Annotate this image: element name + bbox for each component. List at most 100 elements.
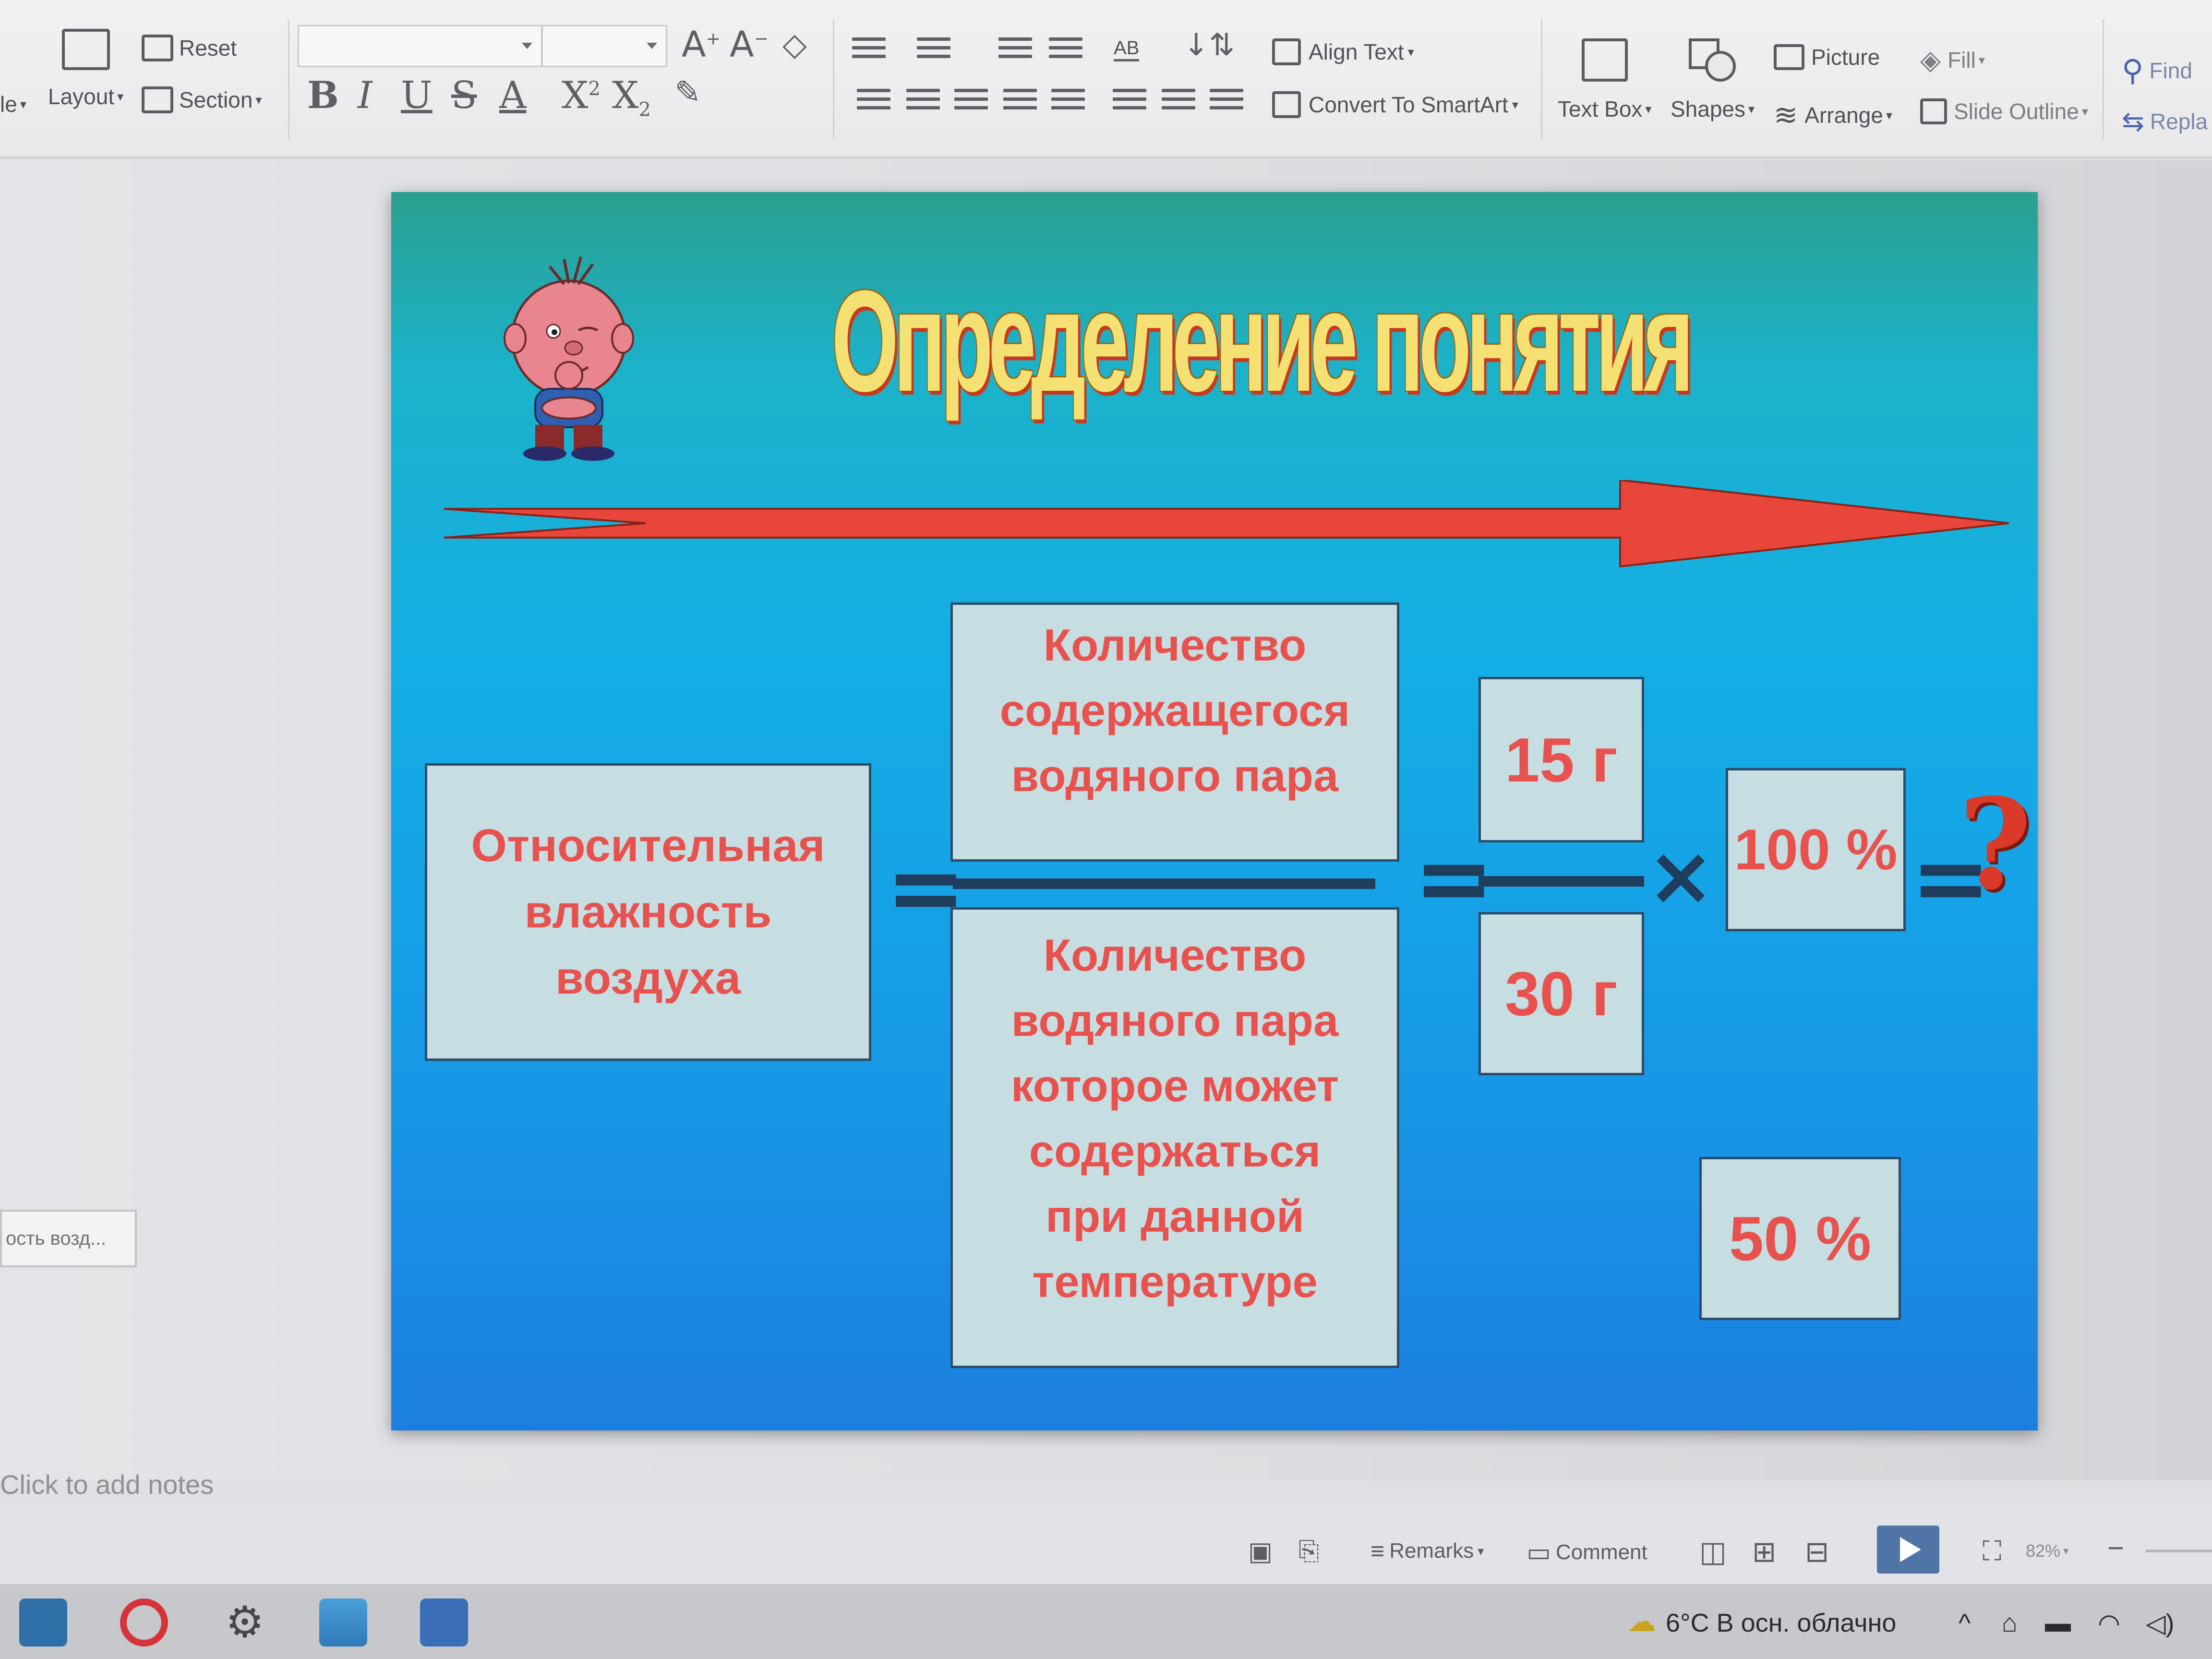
denominator-box[interactable]: Количество водяного пара которое может с… bbox=[950, 907, 1399, 1368]
windows-taskbar: ⚙ ☁ 6°C В осн. облачно ^ ⌂ ▬ ◠ ◁) bbox=[0, 1584, 2212, 1659]
chevron-down-icon bbox=[647, 43, 657, 49]
opera-browser-icon[interactable] bbox=[120, 1599, 168, 1647]
normal-view-icon[interactable]: ◫ bbox=[1699, 1535, 1727, 1569]
fit-slide-icon[interactable]: ▣ bbox=[1248, 1536, 1273, 1566]
ribbon-toolbar: le ▾ Layout ▾ Reset Section ▾ A+ A− ◇ B I… bbox=[0, 0, 2212, 158]
chevron-down-icon: ▾ bbox=[117, 89, 124, 104]
align-text-button[interactable]: Align Text ▾ bbox=[1272, 38, 1414, 65]
section-label: Section bbox=[179, 87, 253, 112]
notes-placeholder[interactable]: Click to add notes bbox=[0, 1469, 214, 1500]
chevron-down-icon: ▾ bbox=[20, 96, 26, 111]
increase-font-icon[interactable]: A+ bbox=[682, 27, 721, 62]
network-icon[interactable]: ⌂ bbox=[2002, 1608, 2018, 1638]
distribute-icon[interactable] bbox=[1051, 89, 1085, 118]
zoom-out-button[interactable]: − bbox=[2107, 1531, 2124, 1564]
bullet-list-icon[interactable] bbox=[852, 37, 886, 66]
decrease-indent-icon[interactable] bbox=[998, 37, 1032, 66]
comment-icon: ▭ bbox=[1527, 1538, 1551, 1567]
replace-button[interactable]: ⇆ Repla bbox=[2122, 106, 2208, 137]
value-15-box[interactable]: 15 г bbox=[1479, 677, 1644, 842]
value-50-percent-box[interactable]: 50 % bbox=[1699, 1157, 1901, 1320]
text-box-button[interactable]: Text Box ▾ bbox=[1558, 38, 1651, 122]
line-spacing-icon[interactable] bbox=[1113, 89, 1146, 118]
shapes-button[interactable]: Shapes ▾ bbox=[1671, 38, 1755, 122]
justify-icon[interactable] bbox=[1003, 89, 1037, 118]
smartart-icon bbox=[1272, 91, 1301, 118]
paragraph-spacing-icon[interactable] bbox=[1162, 89, 1195, 118]
search-icon: ⚲ bbox=[2122, 54, 2144, 87]
reset-icon bbox=[142, 35, 173, 61]
align-text-icon bbox=[1272, 38, 1301, 65]
chevron-down-icon: ▾ bbox=[2081, 104, 2088, 119]
highlight-icon[interactable]: ✎ bbox=[674, 77, 701, 108]
layout-dropdown-truncated[interactable]: le ▾ bbox=[0, 91, 26, 117]
value-30-box[interactable]: 30 г bbox=[1479, 912, 1644, 1075]
mail-app-icon[interactable] bbox=[19, 1599, 67, 1647]
font-size-select[interactable] bbox=[541, 25, 667, 67]
bold-icon[interactable]: B bbox=[307, 77, 339, 114]
picture-button[interactable]: Picture bbox=[1774, 44, 1880, 70]
zoom-level[interactable]: 82% ▾ bbox=[2026, 1541, 2068, 1561]
remarks-button[interactable]: ≡ Remarks ▾ bbox=[1370, 1537, 1484, 1565]
layout-button[interactable]: Layout ▾ bbox=[48, 29, 123, 109]
section-button[interactable]: Section ▾ bbox=[142, 86, 262, 113]
play-slideshow-button[interactable] bbox=[1877, 1526, 1939, 1574]
chevron-down-icon: ▾ bbox=[1886, 108, 1892, 122]
convert-smartart-label: Convert To SmartArt bbox=[1309, 92, 1508, 117]
increase-indent-icon[interactable] bbox=[1049, 37, 1082, 66]
weather-status[interactable]: 6°C В осн. облачно bbox=[1666, 1608, 1896, 1638]
comment-button[interactable]: ▭ Comment bbox=[1527, 1537, 1647, 1567]
text-direction-button[interactable]: AB bbox=[1114, 37, 1140, 61]
slide-thumbnail[interactable]: ость возд... bbox=[0, 1210, 137, 1267]
chevron-down-icon: ▾ bbox=[255, 92, 262, 107]
align-left-icon[interactable] bbox=[857, 89, 890, 118]
relative-humidity-box[interactable]: Относительная влажность воздуха bbox=[425, 763, 871, 1061]
numbered-list-icon[interactable] bbox=[917, 37, 950, 66]
font-name-select[interactable] bbox=[298, 25, 542, 67]
zoom-slider[interactable] bbox=[2146, 1550, 2212, 1552]
font-color-icon[interactable]: A bbox=[499, 77, 526, 114]
arrange-button[interactable]: ≋ Arrange ▾ bbox=[1774, 98, 1892, 132]
align-right-icon[interactable] bbox=[954, 89, 988, 118]
wifi-icon[interactable]: ◠ bbox=[2098, 1608, 2120, 1638]
battery-icon[interactable]: ▬ bbox=[2045, 1608, 2071, 1638]
presentation-app-icon[interactable] bbox=[420, 1599, 468, 1647]
reading-view-icon[interactable]: ⊟ bbox=[1805, 1535, 1829, 1569]
strikethrough-icon[interactable]: S bbox=[451, 77, 477, 114]
columns-icon[interactable] bbox=[1210, 89, 1243, 118]
clear-format-icon[interactable]: ◇ bbox=[782, 29, 807, 60]
volume-icon[interactable]: ◁) bbox=[2146, 1608, 2175, 1638]
weather-icon: ☁ bbox=[1627, 1605, 1656, 1638]
thumbnail-label: ость возд... bbox=[6, 1227, 107, 1249]
photos-app-icon[interactable] bbox=[319, 1599, 367, 1647]
fill-label: Fill bbox=[1948, 48, 1976, 72]
convert-smartart-button[interactable]: Convert To SmartArt ▾ bbox=[1272, 91, 1518, 118]
settings-gear-icon[interactable]: ⚙ bbox=[221, 1599, 269, 1647]
slide-canvas[interactable]: Определение понятия Относительная влажно… bbox=[391, 192, 2038, 1431]
slide-outline-button[interactable]: Slide Outline ▾ bbox=[1920, 98, 2088, 124]
align-center-icon[interactable] bbox=[906, 89, 940, 118]
fit-window-icon[interactable]: ⛶ bbox=[1983, 1535, 2001, 1567]
reset-button[interactable]: Reset bbox=[142, 35, 237, 61]
find-button[interactable]: ⚲ Find bbox=[2122, 53, 2192, 88]
question-mark: ? bbox=[1959, 771, 2032, 918]
shapes-icon bbox=[1688, 38, 1737, 82]
italic-icon[interactable]: I bbox=[358, 77, 373, 114]
slide-sorter-icon[interactable]: ⊞ bbox=[1752, 1535, 1776, 1569]
underline-icon[interactable]: U bbox=[401, 77, 433, 114]
numerator-box[interactable]: Количество содержащегося водяного пара bbox=[950, 602, 1399, 862]
chevron-up-icon[interactable]: ^ bbox=[1959, 1608, 1971, 1638]
sort-icon[interactable]: ↓⇅ bbox=[1183, 30, 1235, 60]
value-100-percent-box[interactable]: 100 % bbox=[1726, 768, 1906, 931]
ribbon-separator bbox=[288, 19, 289, 139]
fill-button[interactable]: ◈ Fill ▾ bbox=[1920, 44, 1985, 76]
remarks-label: Remarks bbox=[1389, 1539, 1474, 1563]
chevron-down-icon bbox=[522, 43, 532, 49]
shapes-label: Shapes bbox=[1671, 96, 1746, 121]
superscript-icon[interactable]: X2 bbox=[562, 77, 601, 114]
subscript-icon[interactable]: X2 bbox=[612, 77, 651, 119]
insert-slide-icon[interactable]: ⎘ bbox=[1298, 1536, 1319, 1566]
text-box-icon bbox=[1581, 38, 1628, 82]
decrease-font-icon[interactable]: A− bbox=[730, 27, 769, 62]
fill-icon: ◈ bbox=[1920, 45, 1941, 75]
